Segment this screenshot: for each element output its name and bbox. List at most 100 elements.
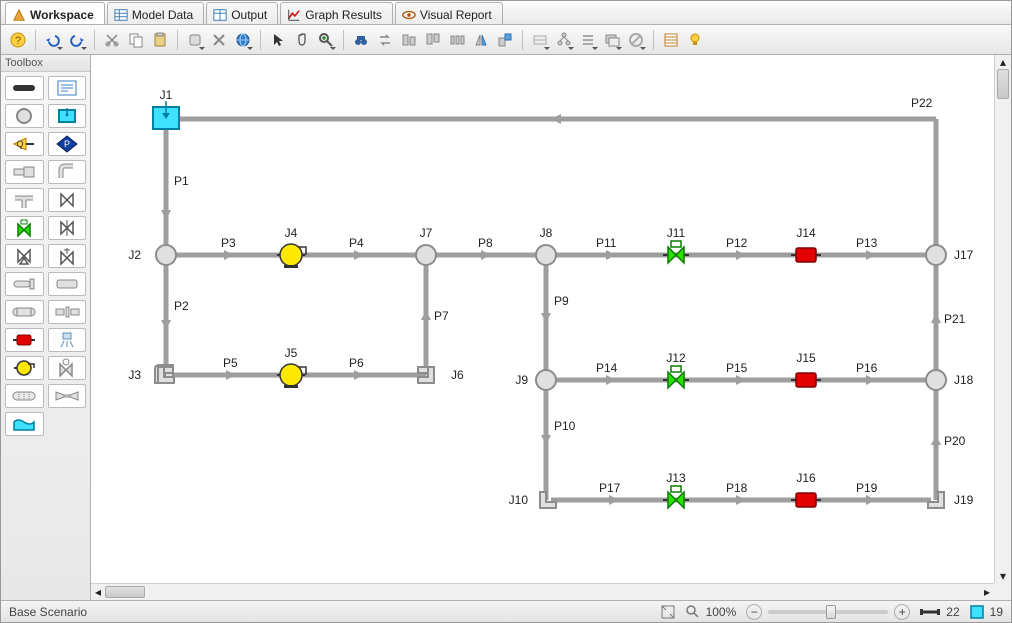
- tool-annotation[interactable]: [48, 76, 87, 100]
- align-button-1[interactable]: [398, 29, 420, 51]
- tool-branch[interactable]: [5, 104, 44, 128]
- junction-J14[interactable]: [791, 248, 821, 262]
- table-icon: [114, 8, 128, 22]
- layout-button-3[interactable]: [577, 29, 599, 51]
- tool-assigned-flow[interactable]: Q: [5, 132, 44, 156]
- scrollbar-vertical[interactable]: ▴ ▾: [994, 55, 1011, 583]
- tool-reservoir[interactable]: [48, 104, 87, 128]
- tool-weir[interactable]: [5, 412, 44, 436]
- tool-relief-valve[interactable]: [48, 244, 87, 268]
- junction-count-icon: [970, 605, 984, 619]
- zoom-slider[interactable]: [768, 610, 888, 614]
- paste-button[interactable]: [149, 29, 171, 51]
- junction-J1[interactable]: [153, 101, 179, 129]
- tool-tee[interactable]: [5, 188, 44, 212]
- junction-J8[interactable]: [536, 245, 556, 265]
- help-button[interactable]: ?: [7, 29, 29, 51]
- layout-button-2[interactable]: [553, 29, 575, 51]
- zoom-out-button[interactable]: −: [746, 604, 762, 620]
- find-button[interactable]: [350, 29, 372, 51]
- tool-assigned-pressure[interactable]: P: [48, 132, 87, 156]
- status-pipe-count: 22: [946, 605, 959, 619]
- scroll-down-icon[interactable]: ▾: [995, 569, 1011, 583]
- hand-icon: [294, 32, 310, 48]
- scroll-up-icon[interactable]: ▴: [995, 55, 1011, 69]
- undo-button[interactable]: [42, 29, 64, 51]
- properties-button[interactable]: [660, 29, 682, 51]
- tool-venturi[interactable]: [48, 384, 87, 408]
- tool-valve-closed[interactable]: [48, 216, 87, 240]
- tab-label: Graph Results: [305, 8, 382, 22]
- scroll-thumb[interactable]: [997, 69, 1009, 99]
- delete-button[interactable]: [208, 29, 230, 51]
- tool-pipe[interactable]: [5, 76, 44, 100]
- list-icon: [580, 32, 596, 48]
- align-icon: [401, 32, 417, 48]
- flip-button[interactable]: [470, 29, 492, 51]
- duplicate-button[interactable]: [184, 29, 206, 51]
- workspace-canvas[interactable]: J1 J2 J3 J4 J5 J6 J7 J8 J9 J10 J11 J12 J…: [91, 55, 994, 583]
- pointer-button[interactable]: [267, 29, 289, 51]
- scrollbar-horizontal[interactable]: ◂ ▸: [91, 583, 994, 600]
- align-icon: [425, 32, 441, 48]
- scroll-left-icon[interactable]: ◂: [91, 584, 105, 600]
- junction-J7[interactable]: [416, 245, 436, 265]
- tab-model-data[interactable]: Model Data: [107, 2, 204, 24]
- tab-visual-report[interactable]: Visual Report: [395, 2, 503, 24]
- tip-button[interactable]: [684, 29, 706, 51]
- scroll-right-icon[interactable]: ▸: [980, 584, 994, 600]
- tool-pump-as-turbine[interactable]: [48, 356, 87, 380]
- tool-general[interactable]: [48, 272, 87, 296]
- junction-J4[interactable]: [277, 244, 306, 268]
- junction-J15[interactable]: [791, 373, 821, 387]
- junction-J11[interactable]: [663, 241, 689, 263]
- globe-button[interactable]: [232, 29, 254, 51]
- scale-button[interactable]: [494, 29, 516, 51]
- tool-three-way[interactable]: [5, 244, 44, 268]
- forbidden-button[interactable]: [625, 29, 647, 51]
- tool-area-change[interactable]: [5, 160, 44, 184]
- junction-J13[interactable]: [663, 486, 689, 508]
- tab-output[interactable]: Output: [206, 2, 278, 24]
- junction-J16[interactable]: [791, 493, 821, 507]
- binoculars-icon: [353, 32, 369, 48]
- redo-button[interactable]: [66, 29, 88, 51]
- tool-control-valve[interactable]: [5, 216, 44, 240]
- label-P1: P1: [174, 174, 189, 188]
- align-button-2[interactable]: [422, 29, 444, 51]
- tool-heat-exchanger[interactable]: [5, 300, 44, 324]
- junction-J17[interactable]: [926, 245, 946, 265]
- tool-bend[interactable]: [48, 160, 87, 184]
- copy-button[interactable]: [125, 29, 147, 51]
- tool-check-valve[interactable]: [5, 328, 44, 352]
- tab-graph-results[interactable]: Graph Results: [280, 2, 393, 24]
- junction-J5[interactable]: [277, 364, 306, 388]
- junction-J2[interactable]: [156, 245, 176, 265]
- zoom-button[interactable]: [315, 29, 337, 51]
- tab-workspace[interactable]: Workspace: [5, 2, 105, 24]
- swap-icon: [377, 32, 393, 48]
- slider-knob[interactable]: [826, 605, 836, 619]
- scroll-thumb[interactable]: [105, 586, 145, 598]
- pan-button[interactable]: [291, 29, 313, 51]
- tool-orifice[interactable]: [48, 300, 87, 324]
- junction-J9[interactable]: [536, 370, 556, 390]
- zoom-in-button[interactable]: +: [894, 604, 910, 620]
- junction-J18[interactable]: [926, 370, 946, 390]
- tool-screen[interactable]: [5, 384, 44, 408]
- junction-J12[interactable]: [663, 366, 689, 388]
- label-P7: P7: [434, 309, 449, 323]
- tool-pump[interactable]: [5, 356, 44, 380]
- tool-spray[interactable]: [48, 328, 87, 352]
- tool-valve[interactable]: [48, 188, 87, 212]
- tool-dead-end[interactable]: [5, 272, 44, 296]
- tab-label: Model Data: [132, 8, 193, 22]
- distribute-button[interactable]: [446, 29, 468, 51]
- layer-button[interactable]: [601, 29, 623, 51]
- layout-button-1[interactable]: [529, 29, 551, 51]
- fit-icon[interactable]: [660, 604, 676, 620]
- separator: [343, 30, 344, 50]
- cut-button[interactable]: [101, 29, 123, 51]
- swap-button[interactable]: [374, 29, 396, 51]
- label-P14: P14: [596, 361, 618, 375]
